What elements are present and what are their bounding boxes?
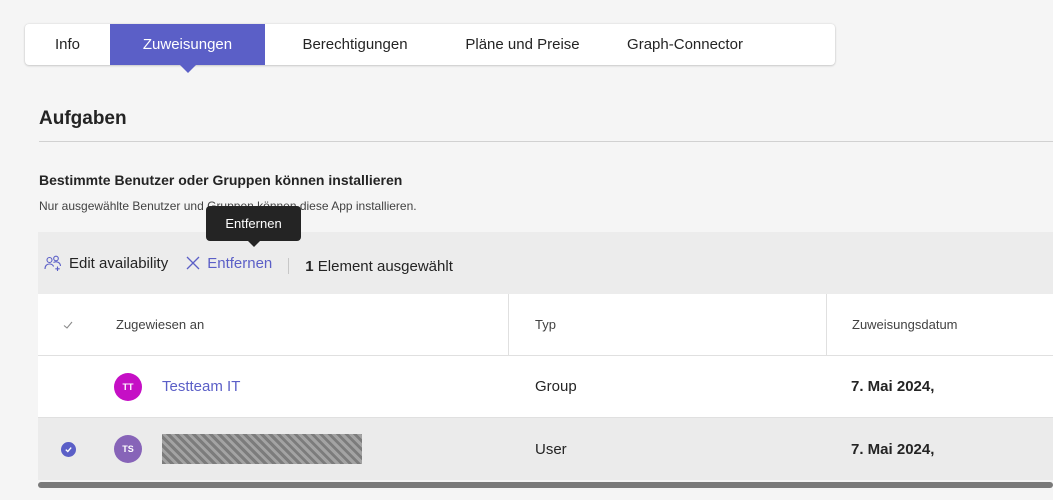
assigned-to-cell: TS (98, 418, 508, 480)
selection-count-number: 1 (305, 257, 314, 275)
date-cell: 7. Mai 2024, (826, 418, 1053, 480)
checkmark-circle-icon (60, 441, 76, 457)
column-header-assignment-date[interactable]: Zuweisungsdatum (826, 294, 1053, 355)
selection-count: 1 Element ausgewählt (305, 258, 453, 275)
column-header-type[interactable]: Typ (508, 294, 826, 355)
type-cell: User (508, 418, 826, 480)
assigned-to-cell: TT Testteam IT (98, 356, 508, 417)
column-header-assigned-to[interactable]: Zugewiesen an (98, 294, 508, 355)
type-cell: Group (508, 356, 826, 417)
tab-graph-connector[interactable]: Graph-Connector (600, 24, 770, 65)
tab-info[interactable]: Info (25, 24, 110, 65)
selection-count-text: Element ausgewählt (317, 257, 453, 275)
type-value: User (535, 440, 567, 458)
date-cell: 7. Mai 2024, (826, 356, 1053, 417)
type-value: Group (535, 378, 577, 395)
avatar: TT (114, 372, 142, 401)
section-title: Bestimmte Benutzer oder Gruppen können i… (39, 172, 403, 188)
page-title: Aufgaben (39, 108, 127, 129)
column-header-label: Zuweisungsdatum (852, 317, 958, 332)
remove-label: Entfernen (207, 254, 273, 272)
tab-plaene-und-preise[interactable]: Pläne und Preise (445, 24, 600, 65)
tab-berechtigungen[interactable]: Berechtigungen (265, 24, 445, 65)
remove-button[interactable]: Entfernen (184, 249, 272, 277)
tab-bar: Info Zuweisungen Berechtigungen Pläne un… (25, 24, 835, 65)
row-checkbox[interactable] (38, 441, 98, 457)
assignments-table: Zugewiesen an Typ Zuweisungsdatum TT Tes… (38, 294, 1053, 480)
edit-availability-label: Edit availability (69, 254, 169, 272)
command-bar: Edit availability Entfernen 1 Element au… (38, 232, 1053, 294)
tab-zuweisungen[interactable]: Zuweisungen (110, 24, 265, 65)
toolbar-divider (288, 258, 290, 274)
date-value: 7. Mai 2024, (851, 378, 935, 395)
remove-tooltip: Entfernen (206, 206, 301, 241)
title-divider (39, 141, 1053, 142)
column-header-label: Zugewiesen an (116, 317, 205, 332)
avatar: TS (114, 435, 142, 463)
table-row[interactable]: TT Testteam IT Group 7. Mai 2024, (38, 356, 1053, 418)
close-icon (186, 256, 200, 270)
edit-availability-button[interactable]: Edit availability (43, 249, 168, 277)
checkmark-icon (63, 321, 73, 329)
redacted-name (162, 434, 362, 464)
select-all-checkbox[interactable] (38, 319, 98, 331)
horizontal-scrollbar[interactable] (38, 482, 1053, 488)
date-value: 7. Mai 2024, (851, 440, 935, 458)
column-header-label: Typ (535, 317, 556, 332)
table-row[interactable]: TS User 7. Mai 2024, (38, 418, 1053, 480)
table-header-row: Zugewiesen an Typ Zuweisungsdatum (38, 294, 1053, 356)
assignee-name-link[interactable]: Testteam IT (162, 378, 240, 395)
people-add-icon (44, 255, 62, 271)
